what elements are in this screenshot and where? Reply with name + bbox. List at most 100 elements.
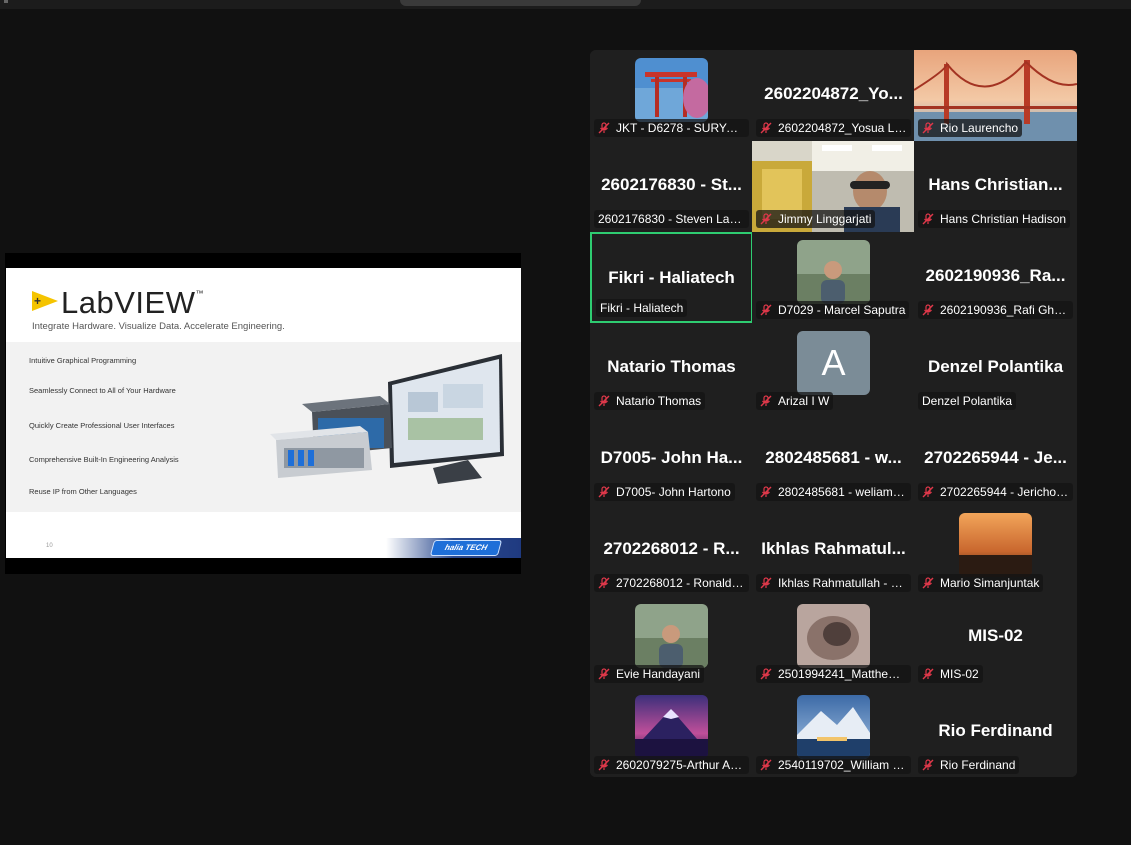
haliatech-logo: halia TECH [429,540,503,556]
hardware-monitor-illustration [270,354,504,484]
mic-muted-icon [760,667,772,680]
participant-tile[interactable]: Rio Ferdinand Rio Ferdinand [914,687,1077,777]
participant-name: 2802485681 - weliam t... [778,485,910,499]
participant-tile[interactable]: 2802485681 - w... 2802485681 - weliam t..… [752,414,915,505]
participant-name-label: Rio Laurencho [918,119,1023,137]
participant-name: D7005- John Hartono [616,485,731,499]
participant-name: Natario Thomas [616,394,702,408]
participant-name-label: MIS-02 [918,665,983,683]
participant-display-name: 2702268012 - R... [603,539,740,558]
participant-name-label: D7029 - Marcel Saputra [756,301,910,319]
participant-name-label: Rio Ferdinand [918,756,1020,774]
lake-mountain-photo [797,695,870,759]
participant-display-name: 2702265944 - Je... [924,448,1067,467]
participant-name-label: 2602190936_Rafi Ghazi B [918,301,1073,319]
participant-name-label: 2602204872_Yosua Lum... [756,119,911,137]
slide-page-number: 10 [46,543,53,549]
participant-display-name: Hans Christian... [928,175,1063,194]
mic-muted-icon [598,667,610,680]
participant-tile[interactable]: Jimmy Linggarjati [752,141,915,232]
participant-tile[interactable]: Rio Laurencho [914,50,1077,141]
mic-muted-icon [922,303,934,316]
participant-tile[interactable]: Natario Thomas Natario Thomas [590,323,753,414]
participant-tile[interactable]: Ikhlas Rahmatul... Ikhlas Rahmatullah - 2… [752,505,915,596]
participant-tile[interactable]: 2501994241_Matthew F... [752,596,915,687]
shared-screen[interactable]: + LabVIEW™ Integrate Hardware. Visualize… [5,253,521,574]
participant-tile[interactable]: D7005- John Ha... D7005- John Hartono [590,414,753,505]
participant-display-name: Fikri - Haliatech [608,268,735,287]
mic-muted-icon [760,576,772,589]
mic-muted-icon [922,758,934,771]
participant-tile[interactable]: Denzel Polantika Denzel Polantika [914,323,1077,414]
participant-tile[interactable]: Mario Simanjuntak [914,505,1077,596]
participant-tile[interactable]: 2540119702_William deli [752,687,915,777]
mic-muted-icon [760,394,772,407]
participant-name: Rio Laurencho [940,121,1019,135]
participant-name: 2602176830 - Steven Lawr... [598,212,749,226]
slide-feature-3: Quickly Create Professional User Interfa… [29,421,175,430]
participant-name: 2540119702_William deli [778,758,911,772]
mic-muted-icon [922,667,934,680]
participant-tile[interactable]: 2602190936_Ra... 2602190936_Rafi Ghazi B [914,232,1077,323]
participant-gallery[interactable]: JKT - D6278 - SURYADI 2602204872_Yo... 260… [590,50,1077,777]
participant-tile[interactable]: JKT - D6278 - SURYADI [590,50,753,141]
participant-tile[interactable]: D7029 - Marcel Saputra [752,232,915,323]
participant-display-name: D7005- John Ha... [600,448,743,467]
participant-name: 2602204872_Yosua Lum... [778,121,911,135]
portrait-photo [797,240,870,304]
participant-name: Fikri - Haliatech [600,301,684,315]
participant-tile[interactable]: Hans Christian... Hans Christian Hadison [914,141,1077,232]
slide-feature-1: Intuitive Graphical Programming [29,356,137,365]
participant-display-name: 2602204872_Yo... [764,84,903,103]
mic-muted-icon [760,121,772,134]
participant-tile[interactable]: 2702268012 - R... 2702268012 - Ronald C..… [590,505,753,596]
participant-tile[interactable]: Fikri - Haliatech Fikri - Haliatech [590,232,753,323]
participant-tile[interactable]: MIS-02 MIS-02 [914,596,1077,687]
participant-tile[interactable]: Evie Handayani [590,596,753,687]
participant-name: Ikhlas Rahmatullah - 27... [778,576,911,590]
presentation-slide: + LabVIEW™ Integrate Hardware. Visualize… [6,268,521,558]
participant-display-name: 2602176830 - St... [601,175,742,194]
mic-muted-icon [922,576,934,589]
participant-name: Mario Simanjuntak [940,576,1040,590]
participant-name-label: Fikri - Haliatech [596,299,688,317]
participant-tile[interactable]: A Arizal I W [752,323,915,414]
participant-tile[interactable]: 2602176830 - St... 2602176830 - Steven La… [590,141,753,232]
participant-display-name: Rio Ferdinand [938,721,1053,740]
mic-muted-icon [760,212,772,225]
participant-name: MIS-02 [940,667,979,681]
mic-muted-icon [598,121,610,134]
slide-feature-5: Reuse IP from Other Languages [29,487,137,496]
participant-name-label: 2540119702_William deli [756,756,911,774]
slide-feature-4: Comprehensive Built-In Engineering Analy… [29,455,179,464]
sharing-toolbar-handle[interactable] [400,0,641,6]
participant-tile[interactable]: 2602204872_Yo... 2602204872_Yosua Lum... [752,50,915,141]
participant-name: 2602190936_Rafi Ghazi B [940,303,1073,317]
participant-name: D7029 - Marcel Saputra [778,303,906,317]
mic-muted-icon [760,485,772,498]
participant-name: JKT - D6278 - SURYADI [616,121,747,135]
participant-name-label: 2802485681 - weliam t... [756,483,911,501]
svg-text:+: + [34,294,41,308]
participant-tile[interactable]: 2702265944 - Je... 2702265944 - Jericho J… [914,414,1077,505]
mountain-galaxy-photo [635,695,708,759]
portrait-photo [635,604,708,668]
participant-name-label: Evie Handayani [594,665,705,683]
slide-feature-2: Seamlessly Connect to All of Your Hardwa… [29,386,176,395]
participant-name-label: Mario Simanjuntak [918,574,1044,592]
participant-display-name: Denzel Polantika [927,357,1064,376]
participant-display-name: 2602190936_Ra... [925,266,1066,285]
participant-name-label: Natario Thomas [594,392,706,410]
torii-gate-photo [635,58,708,122]
participant-name: 2702265944 - Jericho J... [940,485,1073,499]
sunset-photo [959,513,1032,577]
mic-muted-icon [760,303,772,316]
participant-name: Denzel Polantika [922,394,1013,408]
participant-name-label: 2602176830 - Steven Lawr... [594,210,749,228]
mic-muted-icon [922,485,934,498]
top-left-handle [4,0,8,3]
labview-wordmark: LabVIEW™ [61,285,204,320]
participant-tile[interactable]: 2602079275-Arthur Au... [590,687,753,777]
participant-display-name: MIS-02 [968,626,1023,645]
labview-logo-icon: + [32,291,58,311]
